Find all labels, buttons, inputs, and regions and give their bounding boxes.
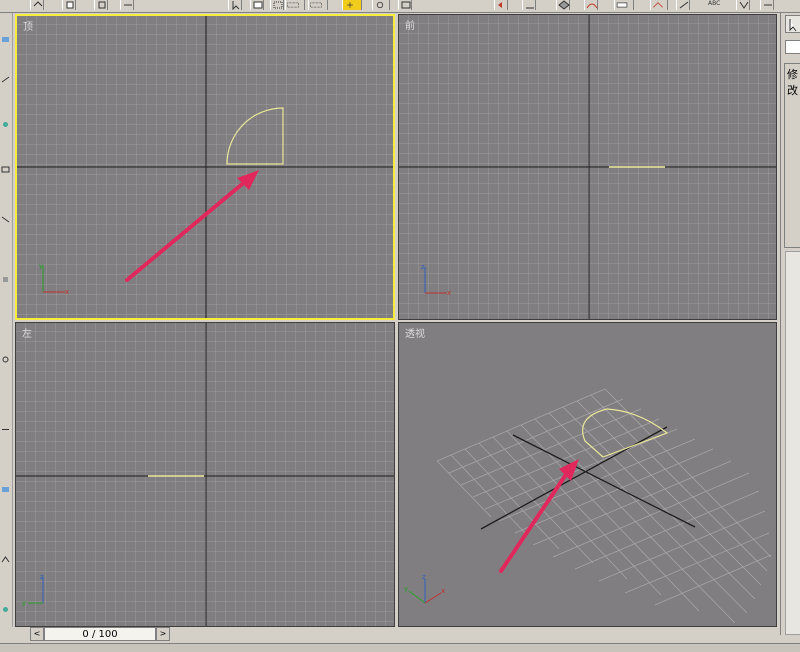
modify-tab-label[interactable]: 修改	[787, 66, 800, 98]
svg-text:x: x	[447, 289, 451, 297]
viewport-left[interactable]: z y 左	[15, 322, 395, 627]
time-slider[interactable]: 0 / 100	[44, 627, 156, 641]
viewport-label-front[interactable]: 前	[405, 17, 415, 32]
viewport-top[interactable]: y x 顶	[15, 14, 395, 320]
select-icon[interactable]	[228, 0, 242, 10]
svg-text:z: z	[40, 573, 44, 581]
viewport-front[interactable]: z x 前	[398, 14, 777, 320]
layer-icon[interactable]	[556, 0, 570, 10]
tool-icon-1[interactable]	[1, 33, 10, 42]
top-viewport-grid: y x	[17, 16, 393, 318]
bind-icon[interactable]	[120, 0, 134, 10]
viewport-label-perspective[interactable]: 透视	[405, 325, 425, 340]
text-tool-label: ABC	[708, 0, 721, 7]
align-icon[interactable]	[522, 0, 536, 10]
viewport-perspective[interactable]: z y x 透视	[398, 322, 777, 627]
perspective-viewport-grid: z y x	[399, 323, 776, 626]
svg-text:x: x	[65, 288, 69, 296]
select-cursor-icon[interactable]	[785, 15, 800, 33]
time-next-button[interactable]: >	[156, 627, 170, 641]
tool-icon-9[interactable]	[1, 483, 10, 492]
unlink-icon[interactable]	[94, 0, 108, 10]
tool-icon-7[interactable]	[1, 353, 10, 363]
left-viewport-grid: z y	[16, 323, 394, 626]
svg-text:z: z	[422, 573, 426, 581]
render-icon[interactable]	[676, 0, 690, 10]
svg-text:y: y	[39, 262, 43, 270]
region-rect-icon[interactable]	[285, 0, 305, 10]
main-toolbar: ABC	[0, 0, 800, 13]
svg-text:y: y	[404, 585, 408, 593]
tool-icon-6[interactable]	[1, 273, 10, 282]
tool-icon-2[interactable]	[1, 73, 10, 83]
schematic-icon[interactable]	[614, 0, 634, 10]
viewport-label-left[interactable]: 左	[22, 325, 32, 340]
tool-icon-4[interactable]	[1, 163, 10, 173]
viewport-label-top[interactable]: 顶	[23, 18, 33, 33]
quick-render-icon[interactable]	[760, 0, 774, 10]
tool-icon-3[interactable]	[1, 118, 10, 127]
move-icon[interactable]	[342, 0, 362, 10]
window-crossing-icon[interactable]	[308, 0, 328, 10]
tool-icon-5[interactable]	[1, 213, 10, 223]
curve-editor-icon[interactable]	[584, 0, 598, 10]
left-tool-strip	[0, 13, 13, 633]
tool-icon-8[interactable]	[1, 423, 10, 430]
material-editor-icon[interactable]	[650, 0, 668, 10]
svg-text:z: z	[421, 263, 425, 271]
mirror-icon[interactable]	[494, 0, 508, 10]
command-panel-scroll[interactable]	[785, 251, 800, 635]
object-name-field[interactable]	[785, 40, 800, 54]
timeline-bar: < 0 / 100 >	[12, 627, 780, 643]
scale-icon[interactable]	[398, 0, 412, 10]
tool-icon-10[interactable]	[1, 553, 10, 563]
svg-text:y: y	[22, 599, 26, 607]
select-region-icon[interactable]	[270, 0, 284, 10]
front-viewport-grid: z x	[399, 15, 776, 319]
undo-icon[interactable]	[30, 0, 44, 10]
command-panel: 修改	[780, 13, 800, 635]
svg-text:x: x	[441, 587, 445, 595]
time-prev-button[interactable]: <	[30, 627, 44, 641]
link-icon[interactable]	[62, 0, 76, 10]
select-by-name-icon[interactable]	[250, 0, 264, 10]
teapot-icon[interactable]	[736, 0, 750, 10]
tool-icon-11[interactable]	[1, 603, 10, 612]
rotate-icon[interactable]	[372, 0, 390, 10]
